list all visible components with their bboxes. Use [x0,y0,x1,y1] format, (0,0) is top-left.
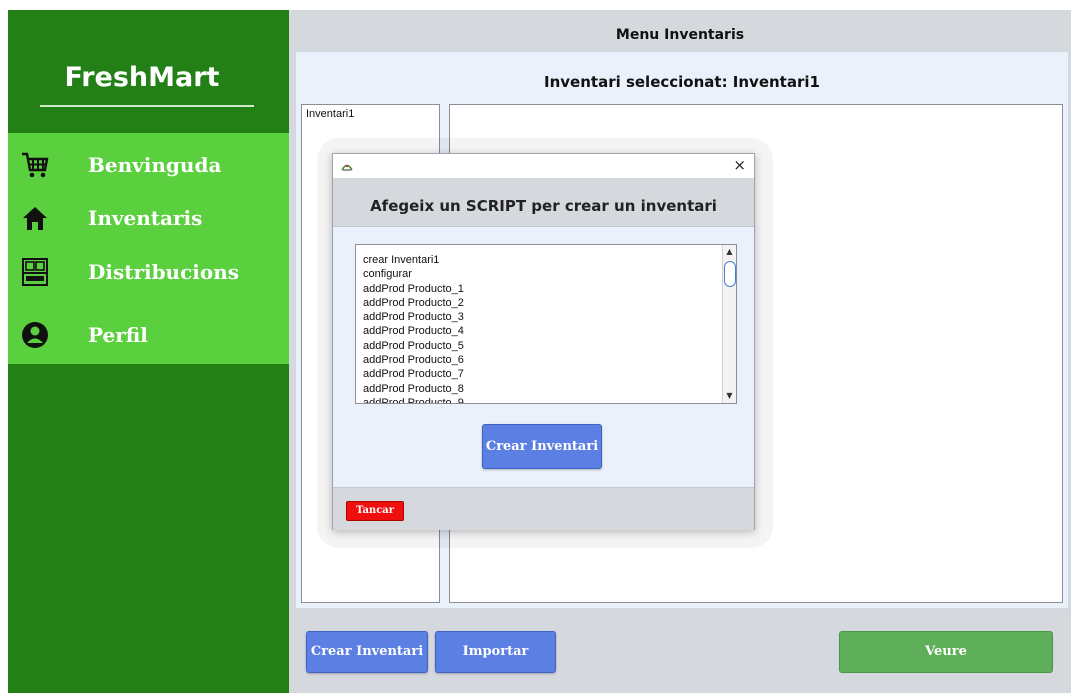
sidebar-item-label: Perfil [88,323,148,347]
script-line: configurar [363,268,412,281]
brand-divider [40,105,254,107]
script-line: addProd Producto_3 [363,311,464,324]
dialog-heading: Afegeix un SCRIPT per crear un inventari [370,197,717,215]
scroll-down-icon[interactable]: ▼ [723,389,736,403]
script-line: addProd Producto_2 [363,296,464,309]
script-line: addProd Producto_5 [363,339,464,352]
sidebar: FreshMart Benvinguda Inventaris Distribu… [8,10,289,693]
dialog-header: Afegeix un SCRIPT per crear un inventari [333,178,754,227]
script-line: addProd Producto_9 [363,396,464,404]
sidebar-item-benvinguda[interactable]: Benvinguda [8,145,289,191]
brand-title: FreshMart [64,62,220,93]
create-script-dialog: × Afegeix un SCRIPT per crear un inventa… [332,153,755,530]
page-title: Menu Inventaris [615,27,745,43]
sidebar-item-label: Inventaris [88,206,203,230]
scroll-up-icon[interactable]: ▲ [723,245,736,259]
selected-inventory-label: Inventari seleccionat: Inventari1 [544,73,820,91]
store-icon [22,258,48,286]
dialog-create-inventory-button[interactable]: Crear Inventari [482,424,602,469]
view-button[interactable]: Veure [839,631,1053,673]
sidebar-item-distribucions[interactable]: Distribucions [8,252,289,298]
cart-icon [22,152,49,178]
script-line: addProd Producto_8 [363,382,464,395]
user-icon [22,322,48,348]
sidebar-item-inventaris[interactable]: Inventaris [8,198,289,244]
dialog-titlebar[interactable]: × [333,154,754,178]
script-line: crear Inventari1 [363,254,440,266]
close-icon[interactable]: × [733,156,746,174]
script-lines: crear Inventari1 configurar addProd Produc… [363,253,464,404]
script-textarea[interactable]: crear Inventari1 configurar addProd Produc… [355,244,737,404]
app-logo-icon [341,164,353,171]
sidebar-item-label: Benvinguda [88,153,222,177]
sidebar-item-label: Distribucions [88,260,240,284]
close-button[interactable]: Tancar [346,501,404,521]
script-scrollbar[interactable]: ▲ ▼ [722,245,736,403]
scroll-thumb[interactable] [724,261,736,287]
script-line: addProd Producto_4 [363,325,464,338]
script-line: addProd Producto_6 [363,354,464,367]
import-button[interactable]: Importar [435,631,556,673]
script-line: addProd Producto_7 [363,368,464,381]
script-line: addProd Producto_1 [363,282,464,295]
home-icon [23,207,47,230]
sidebar-nav: Benvinguda Inventaris Distribucions Perf… [8,133,289,364]
dialog-footer: Tancar [333,487,754,530]
list-item[interactable]: Inventari1 [306,108,354,120]
sidebar-item-perfil[interactable]: Perfil [8,315,289,361]
create-inventory-button[interactable]: Crear Inventari [306,631,428,673]
